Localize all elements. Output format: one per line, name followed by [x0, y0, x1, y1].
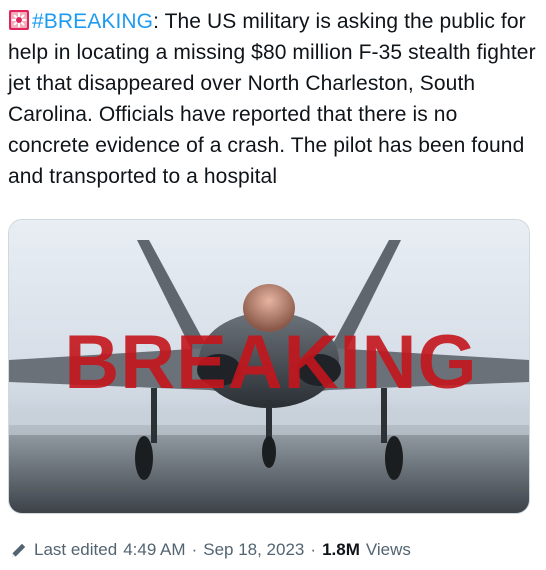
f35-jet-image: BREAKING — [9, 220, 529, 513]
hashtag-link[interactable]: #BREAKING — [32, 10, 153, 33]
tweet-time[interactable]: 4:49 AM — [123, 540, 185, 560]
tweet-date[interactable]: Sep 18, 2023 — [203, 540, 304, 560]
edited-label[interactable]: Last edited — [34, 540, 117, 560]
breaking-overlay-text: BREAKING — [64, 320, 477, 405]
views-count: 1.8M — [322, 540, 360, 559]
tweet-media-image[interactable]: BREAKING — [8, 219, 530, 514]
meta-separator: · — [310, 540, 317, 559]
tweet-body: : The US military is asking the public f… — [8, 10, 536, 188]
police-light-icon — [8, 9, 30, 31]
pencil-icon[interactable] — [10, 541, 28, 559]
views-label: Views — [365, 540, 411, 559]
meta-separator: · — [191, 540, 198, 559]
tweet-metadata: Last edited 4:49 AM · Sep 18, 2023 · 1.8… — [10, 537, 411, 563]
tweet-text: #BREAKING: The US military is asking the… — [8, 6, 536, 192]
